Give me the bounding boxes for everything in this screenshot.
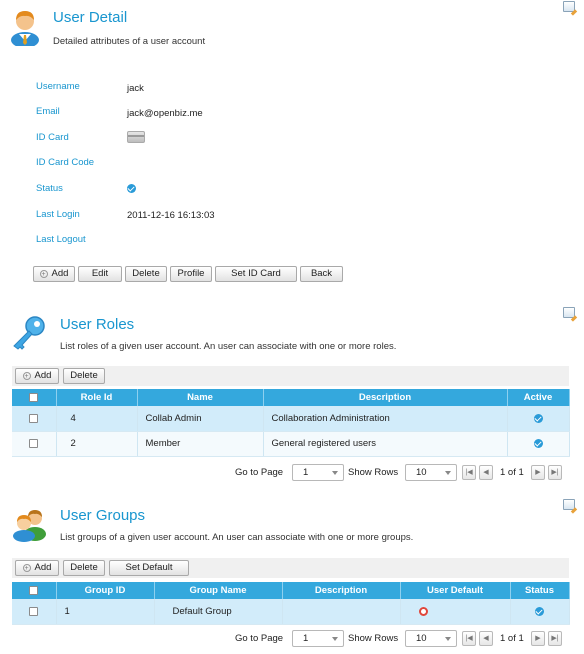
select-all-cell[interactable] — [12, 389, 57, 406]
email-value: jack@openbiz.me — [127, 108, 203, 119]
profile-button[interactable]: Profile — [170, 266, 212, 282]
status-active-icon — [127, 183, 136, 193]
group-description-cell — [282, 599, 401, 625]
status-label: Status — [36, 183, 63, 194]
username-label: Username — [36, 81, 80, 92]
id-card-label: ID Card — [36, 132, 69, 143]
roles-title: User Roles — [60, 316, 135, 333]
prev-page-button[interactable]: ◀ — [479, 465, 493, 480]
lifebuoy-icon — [418, 606, 428, 616]
rows-select[interactable]: 10 — [405, 630, 457, 647]
last-page-button[interactable]: ▶| — [548, 465, 562, 480]
plus-icon: + — [22, 564, 31, 572]
show-rows-label: Show Rows — [348, 633, 399, 644]
id-card-code-label: ID Card Code — [36, 157, 95, 168]
role-description-cell: General registered users — [263, 431, 508, 457]
groups-edit-icon[interactable] — [563, 499, 575, 510]
column-header[interactable]: Description — [282, 582, 401, 599]
role-id-cell: 4 — [56, 406, 138, 432]
role-name-cell: Collab Admin — [137, 406, 264, 432]
chevron-down-icon — [445, 471, 451, 475]
page-select[interactable]: 1 — [292, 464, 344, 481]
table-row[interactable]: 4 Collab Admin Collaboration Administrat… — [12, 406, 570, 432]
column-header[interactable]: Description — [263, 389, 508, 406]
username-value: jack — [127, 83, 144, 94]
role-id-cell: 2 — [56, 431, 138, 457]
edit-form-icon[interactable] — [563, 1, 575, 12]
page-info: 1 of 1 — [500, 633, 524, 644]
column-header[interactable]: Group ID — [56, 582, 155, 599]
group-name-cell: Default Group — [154, 599, 283, 625]
column-header[interactable]: Active — [507, 389, 570, 406]
back-button[interactable]: Back — [300, 266, 343, 282]
roles-description: List roles of a given user account. An u… — [60, 341, 397, 352]
page-title: User Detail — [53, 9, 128, 26]
chevron-down-icon — [445, 637, 451, 641]
row-checkbox[interactable] — [29, 413, 39, 423]
email-label: Email — [36, 106, 60, 117]
chevron-down-icon — [332, 471, 338, 475]
groups-title: User Groups — [60, 507, 146, 524]
groups-description: List groups of a given user account. An … — [60, 532, 414, 543]
table-row[interactable]: 2 Member General registered users — [12, 431, 570, 457]
first-page-button[interactable]: |◀ — [462, 465, 476, 480]
set-default-button[interactable]: Set Default — [109, 560, 189, 576]
prev-page-button[interactable]: ◀ — [479, 631, 493, 646]
last-login-label: Last Login — [36, 209, 80, 220]
status-check-icon — [535, 606, 544, 616]
column-header[interactable]: User Default — [400, 582, 511, 599]
next-page-button[interactable]: ▶ — [531, 631, 545, 646]
active-check-icon — [533, 413, 543, 423]
active-check-icon — [533, 438, 543, 448]
table-header-row: Group ID Group Name Description User Def… — [12, 582, 570, 599]
column-header[interactable]: Status — [510, 582, 570, 599]
row-checkbox[interactable] — [29, 606, 39, 616]
roles-edit-icon[interactable] — [563, 307, 575, 318]
last-login-value: 2011-12-16 16:13:03 — [127, 210, 215, 221]
column-header[interactable]: Role Id — [56, 389, 138, 406]
page-description: Detailed attributes of a user account — [53, 36, 206, 47]
role-description-cell: Collaboration Administration — [263, 406, 508, 432]
id-card-icon — [127, 131, 145, 143]
go-to-page-label: Go to Page — [235, 467, 284, 478]
page-select[interactable]: 1 — [292, 630, 344, 647]
select-all-cell[interactable] — [12, 582, 57, 599]
plus-icon: + — [39, 270, 48, 278]
group-id-cell: 1 — [56, 599, 155, 625]
roles-pager: Go to Page 1 Show Rows 10 |◀ ◀ 1 of 1 ▶ … — [12, 461, 569, 485]
chevron-down-icon — [332, 637, 338, 641]
first-page-button[interactable]: |◀ — [462, 631, 476, 646]
set-id-card-button[interactable]: Set ID Card — [215, 266, 297, 282]
go-to-page-label: Go to Page — [235, 633, 284, 644]
groups-pager: Go to Page 1 Show Rows 10 |◀ ◀ 1 of 1 ▶ … — [12, 627, 569, 651]
last-page-button[interactable]: ▶| — [548, 631, 562, 646]
roles-table: Role Id Name Description Active 4 Collab… — [12, 389, 570, 457]
page-info: 1 of 1 — [500, 467, 524, 478]
last-logout-label: Last Logout — [36, 234, 86, 245]
select-all-checkbox[interactable] — [29, 392, 39, 402]
next-page-button[interactable]: ▶ — [531, 465, 545, 480]
role-name-cell: Member — [137, 431, 264, 457]
user-avatar-icon — [11, 11, 39, 46]
roles-delete-button[interactable]: Delete — [63, 368, 105, 384]
groups-table: Group ID Group Name Description User Def… — [12, 582, 570, 625]
plus-icon: + — [22, 372, 31, 380]
key-icon — [13, 316, 45, 350]
column-header[interactable]: Group Name — [154, 582, 283, 599]
select-all-checkbox[interactable] — [29, 585, 39, 595]
groups-delete-button[interactable]: Delete — [63, 560, 105, 576]
roles-add-button[interactable]: + Add — [15, 368, 59, 384]
add-button[interactable]: + Add — [33, 266, 75, 282]
delete-button[interactable]: Delete — [125, 266, 167, 282]
edit-button[interactable]: Edit — [78, 266, 122, 282]
rows-select[interactable]: 10 — [405, 464, 457, 481]
show-rows-label: Show Rows — [348, 467, 399, 478]
groups-add-button[interactable]: + Add — [15, 560, 59, 576]
column-header[interactable]: Name — [137, 389, 264, 406]
user-group-icon — [13, 510, 46, 542]
table-header-row: Role Id Name Description Active — [12, 389, 570, 406]
table-row[interactable]: 1 Default Group — [12, 599, 570, 625]
row-checkbox[interactable] — [29, 438, 39, 448]
